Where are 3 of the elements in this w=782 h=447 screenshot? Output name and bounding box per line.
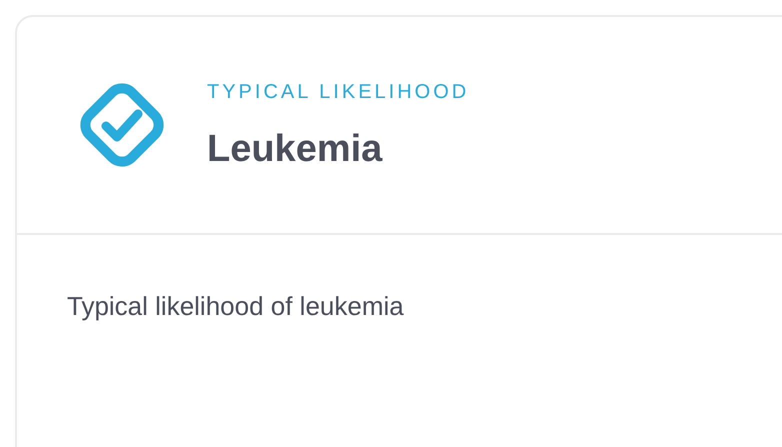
card-description: Typical likelihood of leukemia [66,290,405,319]
card-title: Leukemia [207,130,384,168]
category-label: TYPICAL LIKELIHOOD [207,82,470,102]
